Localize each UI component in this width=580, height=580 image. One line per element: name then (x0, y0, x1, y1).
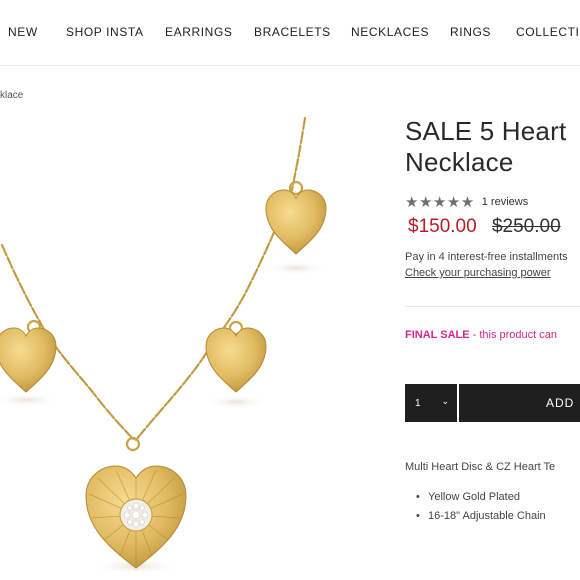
product-title-line1: SALE 5 Heart (405, 116, 567, 146)
divider (405, 306, 580, 307)
nav-collections[interactable]: COLLECTIO (516, 25, 580, 39)
list-item: 16-18" Adjustable Chain (416, 510, 546, 529)
chevron-down-icon: ⌄ (441, 396, 449, 406)
review-count[interactable]: 1 reviews (482, 196, 528, 208)
nav-rings[interactable]: RINGS (450, 25, 491, 39)
nav-shop-insta[interactable]: SHOP INSTA (66, 25, 144, 39)
add-to-cart-button[interactable]: ADD (459, 384, 580, 422)
feature-list: Yellow Gold Plated 16-18" Adjustable Cha… (416, 491, 546, 529)
quantity-select[interactable]: 1 ⌄ (405, 384, 457, 422)
product-title-line2: Necklace (405, 147, 514, 177)
quantity-value: 1 (415, 397, 421, 409)
product-description: Multi Heart Disc & CZ Heart Te (405, 461, 556, 473)
final-sale-label: FINAL SALE (405, 329, 470, 341)
product-image[interactable] (0, 110, 372, 580)
top-navigation: NEW SHOP INSTA EARRINGS BRACELETS NECKLA… (0, 0, 580, 66)
original-price: $250.00 (491, 216, 561, 237)
rating[interactable]: ★★★★★ 1 reviews (405, 193, 528, 211)
breadcrumb[interactable]: klace (0, 90, 23, 101)
add-to-cart-row: 1 ⌄ ADD (405, 384, 580, 422)
product-info: SALE 5 Heart Necklace ★★★★★ 1 reviews $1… (405, 116, 580, 580)
nav-earrings[interactable]: EARRINGS (165, 25, 232, 39)
product-title: SALE 5 Heart Necklace (405, 116, 580, 178)
nav-bracelets[interactable]: BRACELETS (254, 25, 331, 39)
installments-text: Pay in 4 interest-free installments (405, 251, 568, 263)
nav-new[interactable]: NEW (8, 25, 38, 39)
purchasing-power-link[interactable]: Check your purchasing power (405, 267, 551, 279)
final-sale-text: - this product can (469, 329, 558, 341)
sale-price: $150.00 (408, 216, 477, 237)
star-rating-icon: ★★★★★ (405, 194, 475, 211)
price-block: $150.00 $250.00 (408, 216, 561, 238)
list-item: Yellow Gold Plated (416, 491, 546, 510)
necklace-illustration (0, 116, 328, 575)
nav-necklaces[interactable]: NECKLACES (351, 25, 429, 39)
final-sale-notice: FINAL SALE - this product can (405, 329, 557, 341)
